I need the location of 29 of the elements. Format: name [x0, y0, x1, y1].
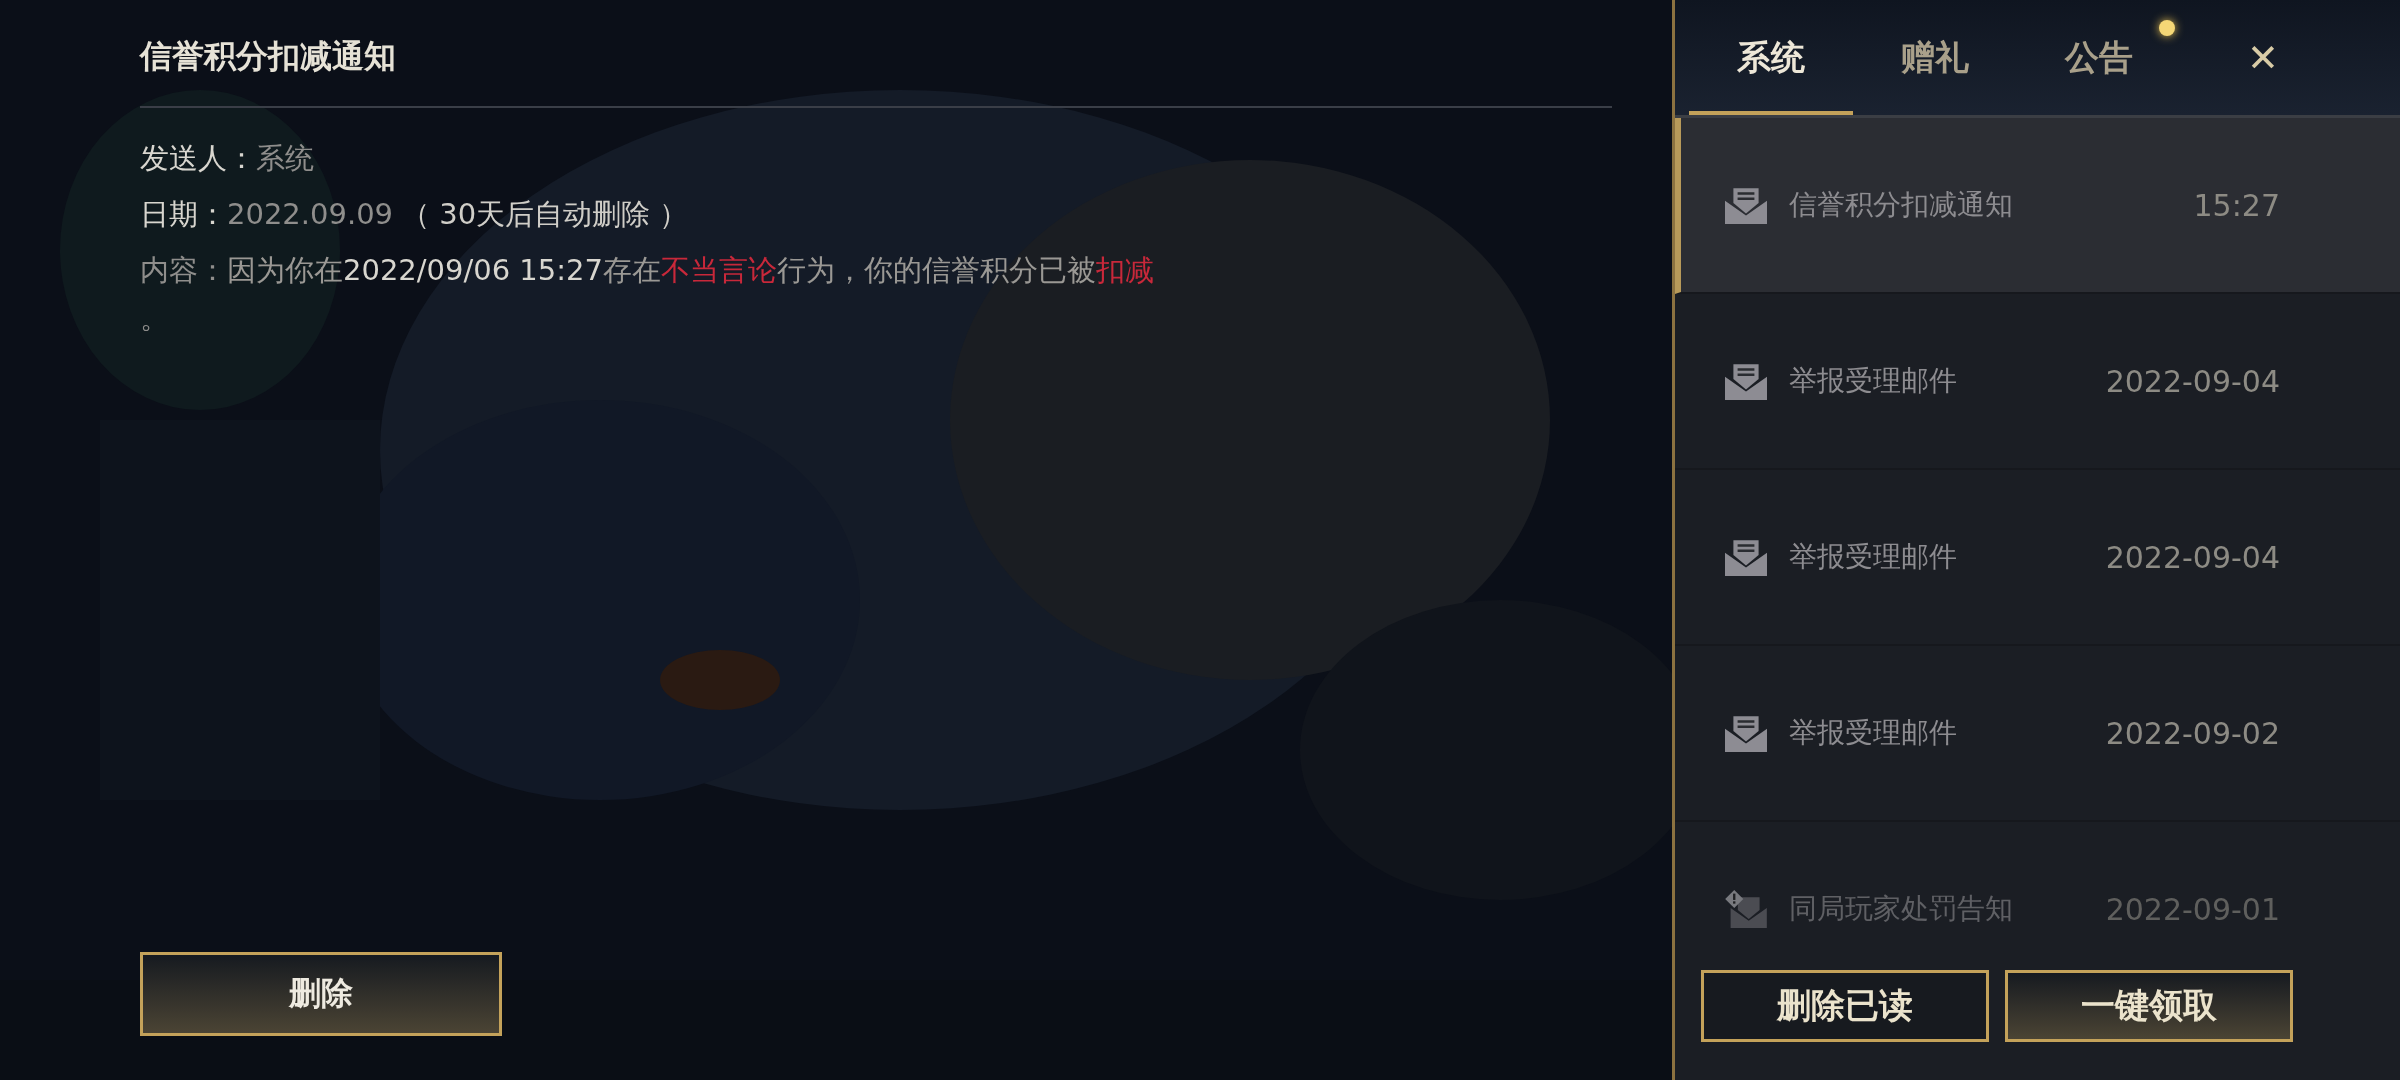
- content-end: 。: [140, 301, 169, 335]
- mail-time: 2022-09-04: [2105, 539, 2280, 575]
- auto-delete-note: （ 30天后自动删除 ）: [401, 197, 689, 231]
- action-button[interactable]: 一键领取: [2005, 970, 2293, 1042]
- mail-time: 2022-09-02: [2105, 715, 2280, 751]
- mail-subject: 举报受理邮件: [1789, 539, 1957, 575]
- sender-value: 系统: [256, 141, 314, 175]
- content-label: 内容：: [140, 253, 227, 287]
- mail-item[interactable]: 举报受理邮件 2022-09-02: [1675, 646, 2400, 822]
- mail-time: 2022-09-04: [2105, 363, 2280, 399]
- mail-time: 2022-09-01: [2105, 891, 2280, 927]
- mail-content: 因为你在2022/09/06 15:27存在不当言论行为，你的信誉积分已被扣减: [227, 253, 1154, 287]
- mail-subject: 举报受理邮件: [1789, 363, 1957, 399]
- tab[interactable]: 赠礼: [1853, 0, 2017, 115]
- action-button[interactable]: 删除已读: [1701, 970, 1989, 1042]
- date-value: 2022.09.09: [227, 197, 394, 231]
- mail-title: 信誉积分扣减通知: [140, 36, 396, 77]
- close-button[interactable]: ✕: [2237, 31, 2289, 84]
- mail-subject: 信誉积分扣减通知: [1789, 187, 2013, 223]
- tab[interactable]: 公告: [2017, 0, 2181, 115]
- mail-item[interactable]: 举报受理邮件 2022-09-04: [1675, 294, 2400, 470]
- mail-subject: 举报受理邮件: [1789, 715, 1957, 751]
- date-label: 日期：: [140, 197, 227, 231]
- sender-label: 发送人：: [140, 141, 256, 175]
- mail-time: 15:27: [2193, 187, 2280, 223]
- delete-button[interactable]: 删除: [140, 952, 502, 1036]
- mail-item[interactable]: 举报受理邮件 2022-09-04: [1675, 470, 2400, 646]
- mail-item[interactable]: 信誉积分扣减通知 15:27: [1675, 118, 2400, 294]
- mail-subject: 同局玩家处罚告知: [1789, 891, 2013, 927]
